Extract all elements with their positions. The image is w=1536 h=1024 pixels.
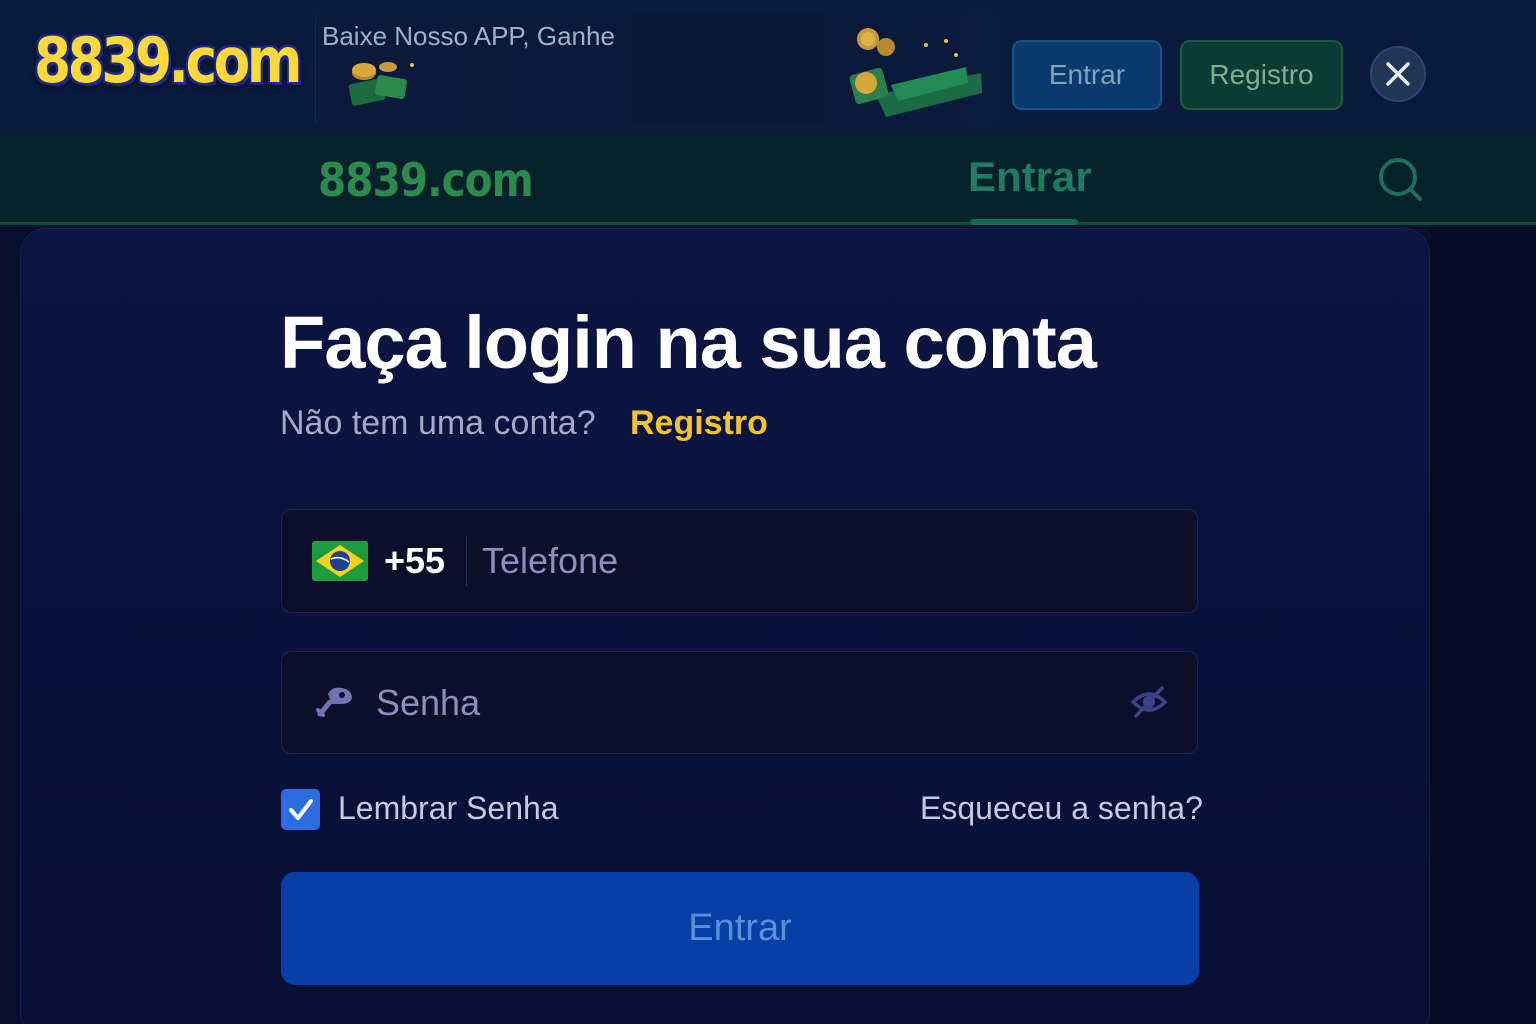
coins-illustration-icon bbox=[348, 62, 414, 106]
phone-input[interactable] bbox=[482, 510, 1172, 612]
checkmark-icon bbox=[288, 798, 313, 820]
page-side-shade bbox=[1430, 228, 1536, 1024]
active-tab-indicator bbox=[970, 219, 1078, 225]
site-logo[interactable]: 8839.com bbox=[34, 30, 302, 92]
register-link[interactable]: Registro bbox=[630, 404, 768, 443]
brazil-flag-icon[interactable] bbox=[312, 541, 368, 581]
password-input[interactable] bbox=[376, 652, 1096, 753]
remember-password-checkbox[interactable] bbox=[281, 789, 320, 830]
password-field bbox=[281, 651, 1198, 754]
money-illustration-icon bbox=[849, 28, 982, 117]
country-code[interactable]: +55 bbox=[384, 540, 445, 582]
forgot-password-link[interactable]: Esqueceu a senha? bbox=[920, 790, 1203, 827]
key-icon bbox=[316, 687, 352, 717]
close-icon bbox=[1386, 62, 1410, 86]
top-register-button[interactable]: Registro bbox=[1180, 40, 1343, 110]
login-submit-button[interactable]: Entrar bbox=[281, 872, 1199, 985]
promo-text: Baixe Nosso APP, Ganhe bbox=[322, 21, 615, 51]
top-login-button[interactable]: Entrar bbox=[1012, 40, 1162, 110]
remember-password-label[interactable]: Lembrar Senha bbox=[338, 790, 559, 827]
no-account-text: Não tem uma conta? bbox=[280, 404, 596, 442]
app-download-banner: 8839.com Baixe Nosso APP, Ganhe Entrar R… bbox=[0, 0, 1536, 135]
page-title: Faça login na sua conta bbox=[280, 301, 1097, 384]
main-nav: 8839.com Entrar bbox=[0, 135, 1536, 225]
search-icon[interactable] bbox=[1378, 157, 1424, 203]
eye-off-icon[interactable] bbox=[1130, 684, 1168, 720]
promo-banner[interactable]: Baixe Nosso APP, Ganhe bbox=[315, 13, 995, 125]
phone-field: +55 bbox=[281, 509, 1198, 613]
tab-entrar[interactable]: Entrar bbox=[968, 153, 1092, 201]
close-banner-button[interactable] bbox=[1370, 46, 1426, 102]
field-divider bbox=[466, 536, 467, 586]
nav-logo[interactable]: 8839.com bbox=[318, 153, 534, 207]
